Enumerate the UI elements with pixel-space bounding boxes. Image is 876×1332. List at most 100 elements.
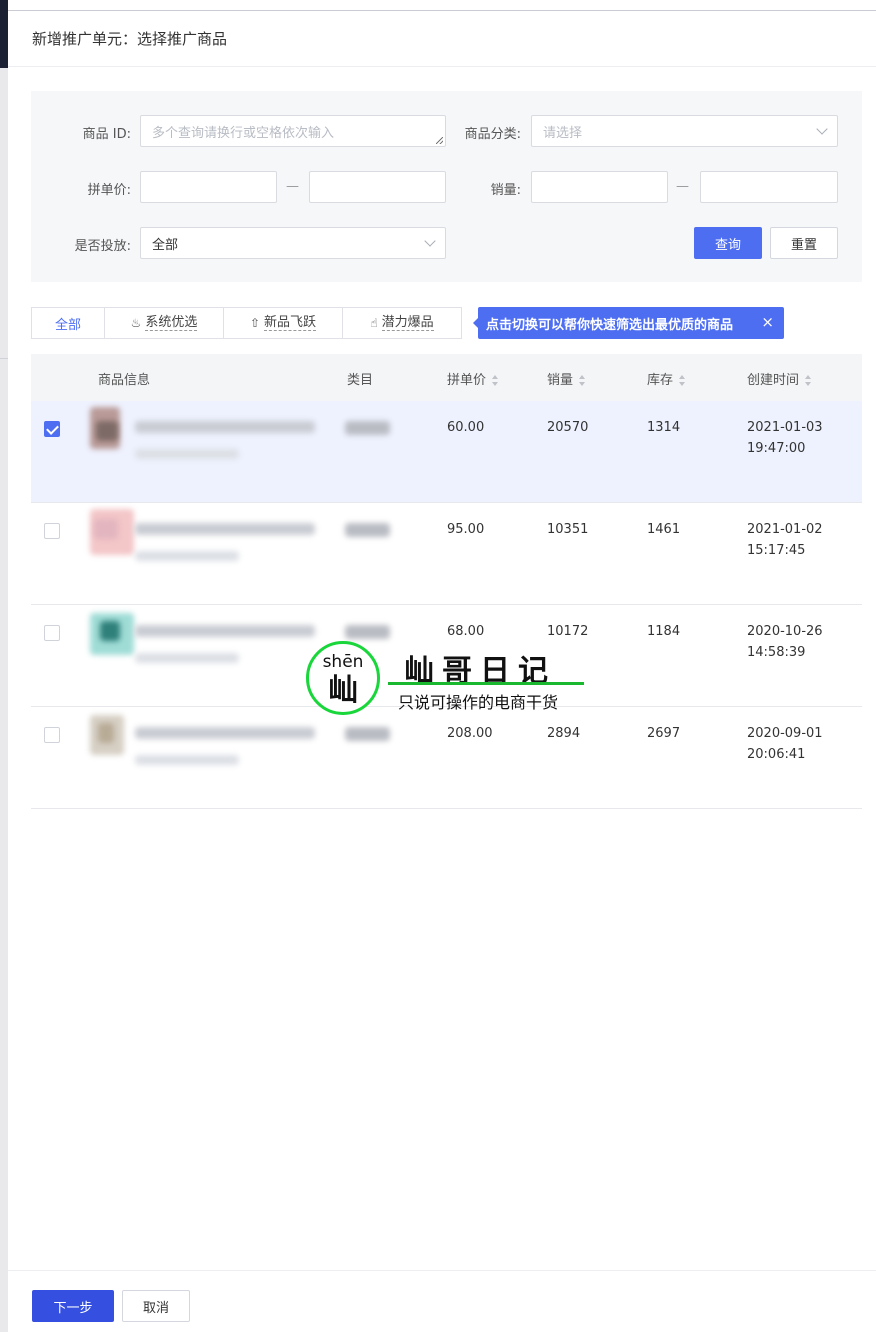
column-sales[interactable]: 销量 (547, 369, 586, 388)
product-title-blurred (135, 421, 315, 433)
product-thumbnail (90, 611, 135, 656)
row-created: 2021-01-02 15:17:45 (747, 519, 823, 561)
thumbs-up-icon: ☝ (370, 316, 378, 330)
delivery-select[interactable]: 全部 (140, 227, 446, 259)
watermark-char: 屾 (328, 673, 358, 708)
cancel-button[interactable]: 取消 (122, 1290, 190, 1322)
chevron-down-icon (424, 235, 436, 247)
rocket-icon: ⇧ (249, 316, 261, 330)
tab-system-picks[interactable]: ♨ 系统优选 (104, 307, 224, 339)
row-sales: 20570 (547, 420, 589, 435)
row-created-date: 2020-10-26 (747, 624, 823, 639)
sales-min-input[interactable] (531, 171, 668, 203)
watermark: shēn 屾 屾哥日记 只说可操作的电商干货 (306, 641, 596, 717)
category-label: 商品分类: (464, 127, 521, 142)
sort-icon[interactable] (579, 375, 586, 386)
backdrop-dark-bar (0, 0, 8, 68)
product-subtitle-blurred (135, 755, 239, 765)
sort-icon[interactable] (492, 375, 499, 386)
row-sales: 2894 (547, 726, 581, 741)
tabs-tooltip: 点击切换可以帮你快速筛选出最优质的商品 × (473, 307, 784, 339)
product-id-placeholder: 多个查询请换行或空格依次输入 (152, 125, 335, 141)
column-price-label: 拼单价 (447, 373, 487, 388)
sales-separator: — (676, 179, 689, 194)
tab-all[interactable]: 全部 (31, 307, 105, 339)
row-checkbox[interactable] (44, 421, 60, 437)
row-stock: 2697 (647, 726, 681, 741)
watermark-subtitle: 只说可操作的电商干货 (398, 693, 559, 712)
row-price: 60.00 (447, 420, 485, 435)
column-created-label: 创建时间 (747, 373, 800, 388)
row-price: 68.00 (447, 624, 485, 639)
product-thumbnail (90, 407, 135, 452)
product-id-label: 商品 ID: (82, 127, 131, 142)
row-sales: 10351 (547, 522, 589, 537)
product-subtitle-blurred (135, 653, 239, 663)
sales-label: 销量: (490, 183, 521, 198)
table-header: 商品信息 类目 拼单价 销量 库存 创建时间 (31, 354, 862, 401)
category-blurred (345, 523, 390, 537)
product-subtitle-blurred (135, 551, 239, 561)
backdrop-divider (0, 358, 8, 359)
resize-handle-icon[interactable] (436, 137, 443, 144)
row-stock: 1184 (647, 624, 681, 639)
column-product-info: 商品信息 (98, 373, 151, 388)
sort-icon[interactable] (679, 375, 686, 386)
flame-icon: ♨ (130, 316, 142, 330)
drawer-footer: 下一步 取消 (8, 1270, 876, 1332)
category-placeholder: 请选择 (543, 125, 583, 141)
next-button[interactable]: 下一步 (32, 1290, 114, 1322)
tab-new-products[interactable]: ⇧ 新品飞跃 (223, 307, 343, 339)
row-created: 2021-01-03 19:47:00 (747, 417, 823, 459)
product-title-blurred (135, 727, 315, 739)
column-category: 类目 (347, 373, 374, 388)
sort-icon[interactable] (805, 375, 812, 386)
category-select[interactable]: 请选择 (531, 115, 838, 147)
row-checkbox[interactable] (44, 625, 60, 641)
column-created[interactable]: 创建时间 (747, 369, 812, 388)
row-created: 2020-09-01 20:06:41 (747, 723, 823, 765)
tab-system-picks-label: 系统优选 (145, 315, 198, 331)
price-separator: — (286, 179, 299, 194)
category-blurred (345, 625, 390, 639)
column-stock-label: 库存 (647, 373, 674, 388)
product-subtitle-blurred (135, 449, 239, 459)
filter-panel: 商品 ID: 多个查询请换行或空格依次输入 商品分类: 请选择 拼单价: — 销… (31, 91, 862, 282)
row-created-time: 20:06:41 (747, 747, 806, 762)
filter-tabs: 全部 ♨ 系统优选 ⇧ 新品飞跃 ☝ 潜力爆品 (31, 307, 462, 339)
row-price: 208.00 (447, 726, 493, 741)
row-checkbox[interactable] (44, 523, 60, 539)
row-created-date: 2020-09-01 (747, 726, 823, 741)
row-stock: 1461 (647, 522, 681, 537)
table-row[interactable]: 60.00 20570 1314 2021-01-03 19:47:00 (31, 401, 862, 503)
query-button[interactable]: 查询 (694, 227, 762, 259)
column-price[interactable]: 拼单价 (447, 369, 499, 388)
close-icon[interactable]: × (761, 313, 774, 331)
watermark-pinyin: shēn (322, 652, 364, 672)
product-title-blurred (135, 625, 315, 637)
row-created: 2020-10-26 14:58:39 (747, 621, 823, 663)
tab-potential-hits-label: 潜力爆品 (381, 315, 434, 331)
table-row[interactable]: 95.00 10351 1461 2021-01-02 15:17:45 (31, 503, 862, 605)
table-row[interactable]: 208.00 2894 2697 2020-09-01 20:06:41 (31, 707, 862, 809)
watermark-underline (388, 682, 584, 685)
sales-max-input[interactable] (700, 171, 838, 203)
column-sales-label: 销量 (547, 373, 574, 388)
price-max-input[interactable] (309, 171, 446, 203)
price-label: 拼单价: (87, 183, 131, 198)
row-checkbox[interactable] (44, 727, 60, 743)
row-stock: 1314 (647, 420, 681, 435)
delivery-value: 全部 (152, 237, 179, 253)
product-thumbnail (90, 509, 135, 555)
column-stock[interactable]: 库存 (647, 369, 686, 388)
category-blurred (345, 727, 390, 741)
price-min-input[interactable] (140, 171, 277, 203)
reset-button[interactable]: 重置 (770, 227, 838, 259)
product-id-input[interactable]: 多个查询请换行或空格依次输入 (140, 115, 446, 147)
delivery-label: 是否投放: (74, 239, 131, 254)
row-created-time: 15:17:45 (747, 543, 806, 558)
backdrop (0, 0, 8, 1332)
row-created-time: 19:47:00 (747, 441, 806, 456)
tab-potential-hits[interactable]: ☝ 潜力爆品 (342, 307, 462, 339)
drawer-header: 新增推广单元：选择推广商品 (8, 11, 876, 67)
